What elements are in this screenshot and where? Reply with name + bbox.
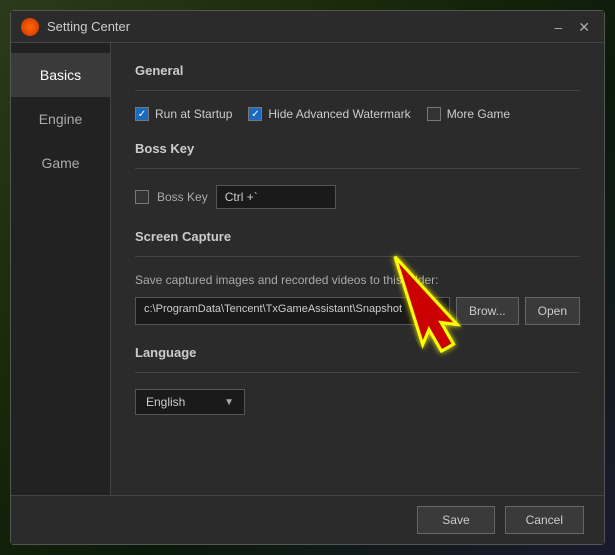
content-area: Basics Engine Game General Run at Startu… (11, 43, 604, 495)
general-section: General Run at Startup Hide Advanced Wat… (135, 63, 580, 121)
browse-button[interactable]: Brow... (456, 297, 519, 325)
boss-key-checkbox[interactable] (135, 190, 149, 204)
boss-key-row: Boss Key Ctrl + ` (135, 185, 580, 209)
close-button[interactable]: ✕ (574, 20, 594, 34)
boss-key-label: Boss Key (157, 190, 208, 204)
run-at-startup-option[interactable]: Run at Startup (135, 107, 232, 121)
hide-watermark-label: Hide Advanced Watermark (268, 107, 410, 121)
save-button[interactable]: Save (417, 506, 494, 534)
app-icon (21, 18, 39, 36)
setting-dialog: Setting Center – ✕ Basics Engine Game Ge… (10, 10, 605, 545)
main-panel: General Run at Startup Hide Advanced Wat… (111, 43, 604, 495)
run-at-startup-checkbox[interactable] (135, 107, 149, 121)
boss-key-title: Boss Key (135, 141, 580, 156)
sidebar-item-basics[interactable]: Basics (11, 53, 110, 97)
title-bar: Setting Center – ✕ (11, 11, 604, 43)
dropdown-arrow-icon: ▼ (224, 397, 234, 408)
capture-description: Save captured images and recorded videos… (135, 273, 580, 287)
hide-watermark-option[interactable]: Hide Advanced Watermark (248, 107, 410, 121)
language-dropdown[interactable]: English ▼ (135, 389, 245, 415)
language-divider (135, 372, 580, 373)
capture-path-row: c:\ProgramData\Tencent\TxGameAssistant\S… (135, 297, 580, 325)
language-current-value: English (146, 395, 185, 409)
run-at-startup-label: Run at Startup (155, 107, 232, 121)
general-divider (135, 90, 580, 91)
screen-capture-section: Screen Capture Save captured images and … (135, 229, 580, 325)
general-title: General (135, 63, 580, 78)
screen-capture-divider (135, 256, 580, 257)
capture-path-input[interactable]: c:\ProgramData\Tencent\TxGameAssistant\S… (135, 297, 450, 325)
boss-key-divider (135, 168, 580, 169)
bottom-bar: Save Cancel (11, 495, 604, 544)
language-section: Language English ▼ (135, 345, 580, 415)
hide-watermark-checkbox[interactable] (248, 107, 262, 121)
sidebar: Basics Engine Game (11, 43, 111, 495)
more-game-option[interactable]: More Game (427, 107, 510, 121)
boss-key-shortcut[interactable]: Ctrl + ` (216, 185, 336, 209)
boss-key-section: Boss Key Boss Key Ctrl + ` (135, 141, 580, 209)
screen-capture-title: Screen Capture (135, 229, 580, 244)
minimize-button[interactable]: – (550, 20, 566, 34)
cancel-button[interactable]: Cancel (505, 506, 584, 534)
sidebar-item-engine[interactable]: Engine (11, 97, 110, 141)
more-game-label: More Game (447, 107, 510, 121)
open-button[interactable]: Open (525, 297, 580, 325)
window-controls: – ✕ (550, 20, 594, 34)
general-options-row: Run at Startup Hide Advanced Watermark M… (135, 107, 580, 121)
dialog-title: Setting Center (47, 19, 550, 34)
more-game-checkbox[interactable] (427, 107, 441, 121)
language-title: Language (135, 345, 580, 360)
sidebar-item-game[interactable]: Game (11, 141, 110, 185)
